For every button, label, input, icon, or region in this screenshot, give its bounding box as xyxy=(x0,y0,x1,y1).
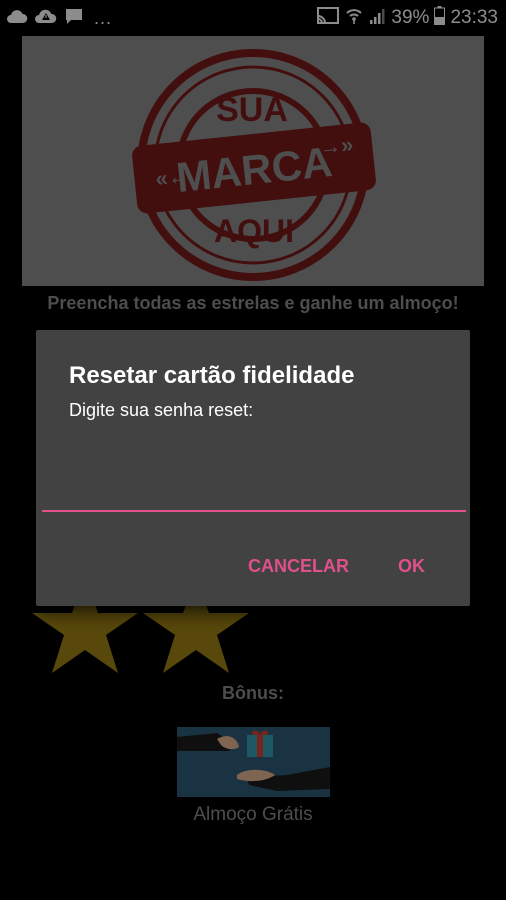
cancel-button[interactable]: CANCELAR xyxy=(248,556,349,577)
dialog-title: Resetar cartão fidelidade xyxy=(69,362,355,389)
ok-button[interactable]: OK xyxy=(398,556,425,577)
reset-password-input[interactable] xyxy=(42,446,466,512)
reset-card-dialog: Resetar cartão fidelidade Digite sua sen… xyxy=(36,330,470,606)
dialog-message: Digite sua senha reset: xyxy=(69,400,254,420)
